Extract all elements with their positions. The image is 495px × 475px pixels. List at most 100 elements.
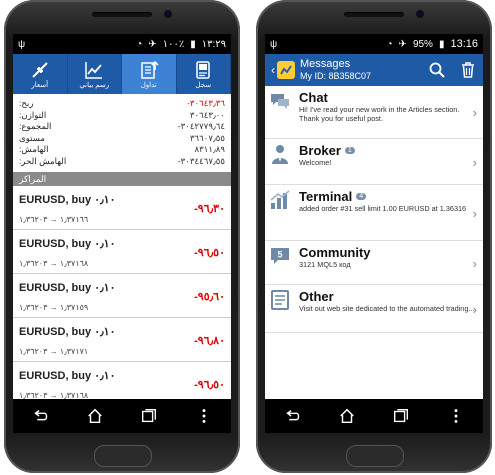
message-body: Terminal 4 added order #31 sell limit 1.0… bbox=[299, 189, 466, 237]
summary-row-balance: التوازن: ٣٠٦٤٣٫٠٠ bbox=[19, 110, 225, 122]
position-prices: ١٫٣٧١٦٨ → ١٫٣٦٢٠٣ bbox=[19, 258, 89, 268]
message-body: Other Visit out web site dedicated to th… bbox=[299, 289, 475, 329]
message-preview: added order #31 sell limit 1.00 EURUSD a… bbox=[299, 204, 467, 213]
list-item-terminal[interactable]: Terminal 4 added order #31 sell limit 1.0… bbox=[265, 185, 483, 241]
recent-apps-icon[interactable] bbox=[140, 407, 158, 425]
position-row[interactable]: EURUSD, buy ٠٫١٠ ١٫٣٧١٧١ → ١٫٣٦٢٠٣ -٩٦٫٨… bbox=[13, 318, 231, 362]
position-profit: -٩٦٫٣٠ bbox=[194, 202, 225, 215]
list-item-broker[interactable]: Broker 1 Welcome! › bbox=[265, 139, 483, 185]
tab-bar: أسعار رسم بياني تداول سجل bbox=[13, 54, 231, 94]
tab-history-label: سجل bbox=[195, 81, 212, 89]
wifi-icon: ◔ bbox=[386, 38, 393, 50]
message-title: Community bbox=[299, 245, 371, 260]
clock: ١٣:٢٩ bbox=[201, 38, 226, 50]
message-preview: Welcome! bbox=[299, 158, 332, 167]
message-preview: Visit out web site dedicated to the auto… bbox=[299, 304, 475, 313]
battery-level: ١٠٠٪ bbox=[162, 38, 185, 50]
usb-icon: ψ bbox=[270, 38, 278, 50]
message-body: Community 3121 MQL5 код bbox=[299, 245, 371, 281]
broker-icon bbox=[272, 145, 288, 164]
back-chevron-icon[interactable]: ‹ bbox=[271, 63, 275, 77]
position-row[interactable]: EURUSD, buy ٠٫١٠ ١٫٣٧١٦٨ → ١٫٣٦٢٠٣ -٩٦٫٥… bbox=[13, 230, 231, 274]
back-icon[interactable] bbox=[31, 407, 49, 425]
tab-chart-label: رسم بياني bbox=[79, 81, 110, 89]
system-nav-bar bbox=[13, 399, 231, 433]
list-item-community[interactable]: 5 Community 3121 MQL5 код › bbox=[265, 241, 483, 285]
speaker bbox=[92, 12, 152, 17]
unread-badge: 4 bbox=[356, 193, 367, 200]
summary-label: التوازن: bbox=[19, 109, 47, 120]
recent-apps-icon[interactable] bbox=[392, 407, 410, 425]
position-row[interactable]: EURUSD, buy ٠٫١٠ ١٫٣٧١٦٦ → ١٫٣٦٢٠٣ -٩٦٫٣… bbox=[13, 186, 231, 230]
app-logo bbox=[277, 61, 295, 79]
status-bar: ψ ◔ ✈ 95% ▮ 13:16 bbox=[265, 34, 483, 54]
summary-value: ٨٣١١٫٨٩ bbox=[194, 144, 226, 155]
tab-trade[interactable]: تداول bbox=[122, 54, 177, 94]
user-id: My ID: 8B358C07 bbox=[300, 71, 372, 81]
chevron-right-icon: › bbox=[472, 255, 477, 271]
home-icon[interactable] bbox=[86, 407, 104, 425]
position-prices: ١٫٣٧١٥٩ → ١٫٣٦٢٠٣ bbox=[19, 302, 89, 312]
message-title: Broker 1 bbox=[299, 143, 355, 158]
other-icon bbox=[271, 290, 289, 310]
messages-screen: ψ ◔ ✈ 95% ▮ 13:16 ‹ Messages My ID: 8B35… bbox=[265, 34, 483, 433]
hardware-home-button[interactable] bbox=[346, 445, 404, 467]
unread-badge: 1 bbox=[344, 147, 355, 154]
summary-row-free-margin: الهامش الحر: -٣٠٣٤٤٦٧٫٥٥ bbox=[19, 156, 225, 168]
message-title-text: Broker bbox=[299, 143, 341, 158]
message-title: Chat bbox=[299, 90, 479, 105]
summary-row-profit: ربح: -٣٠٦٤٣٫٣٦ bbox=[19, 98, 225, 110]
message-body: Broker 1 Welcome! bbox=[299, 143, 355, 181]
tab-chart[interactable]: رسم بياني bbox=[68, 54, 122, 94]
airplane-icon: ✈ bbox=[398, 38, 407, 50]
chart-icon bbox=[85, 61, 103, 79]
summary-label: الهامش الحر: bbox=[19, 155, 67, 166]
header-titles: Messages My ID: 8B358C07 bbox=[300, 58, 371, 82]
summary-label: مستوى bbox=[19, 132, 46, 143]
position-row[interactable]: EURUSD, buy ٠٫١٠ ١٫٣٧١٥٩ → ١٫٣٦٢٠٣ -٩٥٫٦… bbox=[13, 274, 231, 318]
message-list: Chat Hi! I've read your new work in the … bbox=[265, 86, 483, 333]
home-icon[interactable] bbox=[338, 407, 356, 425]
tab-trade-label: تداول bbox=[140, 81, 157, 89]
summary-value: ٣٦٦٠٧٫٥٥ bbox=[189, 132, 225, 143]
message-preview: Hi! I've read your new work in the Artic… bbox=[299, 105, 460, 123]
tab-quotes[interactable]: أسعار bbox=[13, 54, 68, 94]
chat-icon bbox=[271, 94, 289, 109]
list-item-chat[interactable]: Chat Hi! I've read your new work in the … bbox=[265, 86, 483, 139]
chevron-right-icon: › bbox=[472, 205, 477, 221]
back-icon[interactable] bbox=[283, 407, 301, 425]
list-item-other[interactable]: Other Visit out web site dedicated to th… bbox=[265, 285, 483, 333]
menu-icon[interactable] bbox=[195, 407, 213, 425]
app-logo-icon bbox=[280, 65, 292, 75]
summary-label: ربح: bbox=[19, 98, 34, 108]
clock: 13:16 bbox=[450, 38, 478, 50]
position-profit: -٩٥٫٦٠ bbox=[194, 290, 225, 303]
positions-header: المراكز bbox=[13, 171, 231, 186]
trash-icon[interactable] bbox=[461, 62, 475, 78]
tab-history[interactable]: سجل bbox=[177, 54, 231, 94]
position-profit: -٩٦٫٥٠ bbox=[194, 378, 225, 391]
speaker bbox=[344, 12, 404, 17]
summary-value: -٣٠٤٢٧٧٩٫٦٤ bbox=[177, 121, 225, 132]
position-prices: ١٫٣٧١٧١ → ١٫٣٦٢٠٣ bbox=[19, 346, 89, 356]
right-phone: ψ ◔ ✈ 95% ▮ 13:16 ‹ Messages My ID: 8B35… bbox=[256, 0, 492, 473]
history-icon bbox=[196, 60, 210, 79]
status-bar: ψ ◔ ✈ ١٠٠٪ ▮ ١٣:٢٩ bbox=[13, 34, 231, 54]
system-nav-bar bbox=[265, 399, 483, 433]
battery-icon: ▮ bbox=[190, 38, 196, 50]
page-title: Messages bbox=[300, 58, 351, 70]
message-title: Other bbox=[299, 289, 475, 304]
airplane-icon: ✈ bbox=[148, 38, 157, 50]
summary-label: الهامش: bbox=[19, 144, 49, 155]
summary-value: -٣٠٣٤٤٦٧٫٥٥ bbox=[177, 155, 225, 166]
search-icon[interactable] bbox=[429, 62, 445, 78]
hardware-home-button[interactable] bbox=[94, 445, 152, 467]
chevron-right-icon: › bbox=[472, 105, 477, 120]
summary-value: ٣٠٦٤٣٫٠٠ bbox=[189, 109, 225, 120]
chevron-right-icon: › bbox=[472, 154, 477, 170]
terminal-icon bbox=[270, 190, 290, 209]
message-title-text: Terminal bbox=[299, 189, 353, 204]
message-preview: 3121 MQL5 код bbox=[299, 260, 351, 269]
menu-icon[interactable] bbox=[447, 407, 465, 425]
front-camera bbox=[164, 10, 172, 18]
